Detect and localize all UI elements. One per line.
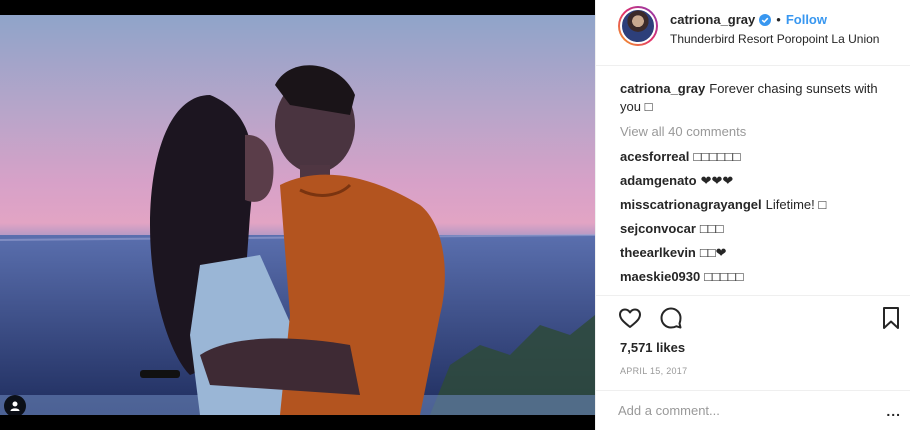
author-line: catriona_gray • Follow: [670, 12, 827, 27]
likes-count[interactable]: 7,571 likes: [620, 340, 685, 355]
comment-item: adamgenato ❤❤❤: [620, 172, 895, 190]
comment-text: □□□: [699, 221, 724, 236]
comment-item: theearlkevin □□❤: [620, 244, 895, 262]
comment-username[interactable]: maeskie0930: [620, 269, 700, 284]
follow-button[interactable]: Follow: [786, 12, 827, 27]
post-caption: catriona_gray Forever chasing sunsets wit…: [620, 80, 895, 116]
comment-item: sejconvocar □□□: [620, 220, 895, 238]
post-date: APRIL 15, 2017: [620, 366, 688, 376]
post-sidebar: catriona_gray • Follow Thunderbird Resor…: [595, 0, 910, 430]
action-bar: [596, 295, 910, 342]
separator-dot: •: [776, 12, 781, 27]
comment-username[interactable]: acesforreal: [620, 149, 689, 164]
comment-username[interactable]: theearlkevin: [620, 245, 696, 260]
comment-item: maeskie0930 □□□□□: [620, 268, 895, 286]
user-tag-icon[interactable]: [4, 395, 26, 415]
post-media: [0, 0, 595, 430]
bookmark-icon[interactable]: [881, 306, 901, 335]
comment-item: acesforreal □□□□□□: [620, 148, 895, 166]
avatar[interactable]: [618, 6, 658, 46]
comment-text: □□□□□: [704, 269, 744, 284]
comment-username[interactable]: sejconvocar: [620, 221, 696, 236]
post-photo[interactable]: [0, 15, 595, 415]
heart-icon[interactable]: [618, 306, 642, 335]
comments-section: catriona_gray Forever chasing sunsets wit…: [620, 80, 895, 292]
comment-text: ❤❤❤: [700, 173, 734, 188]
comment-input[interactable]: [618, 403, 858, 418]
avatar-image: [620, 8, 656, 44]
instagram-post: catriona_gray • Follow Thunderbird Resor…: [0, 0, 910, 430]
more-options-button[interactable]: ...: [886, 403, 901, 419]
comment-text: □□❤: [699, 245, 727, 260]
comment-item: misscatrionagrayangel Lifetime! □: [620, 196, 895, 214]
view-all-comments-link[interactable]: View all 40 comments: [620, 123, 895, 141]
comment-text: Lifetime! □: [765, 197, 827, 212]
comment-username[interactable]: misscatrionagrayangel: [620, 197, 762, 212]
add-comment-bar: ...: [596, 390, 910, 430]
location-link[interactable]: Thunderbird Resort Poropoint La Union: [670, 32, 879, 46]
comment-username[interactable]: adamgenato: [620, 173, 697, 188]
comment-text: □□□□□□: [693, 149, 741, 164]
comment-icon[interactable]: [659, 306, 683, 335]
post-header: catriona_gray • Follow Thunderbird Resor…: [596, 0, 910, 66]
author-username[interactable]: catriona_gray: [670, 12, 755, 27]
verified-badge-icon: [759, 13, 772, 26]
caption-username[interactable]: catriona_gray: [620, 81, 705, 96]
